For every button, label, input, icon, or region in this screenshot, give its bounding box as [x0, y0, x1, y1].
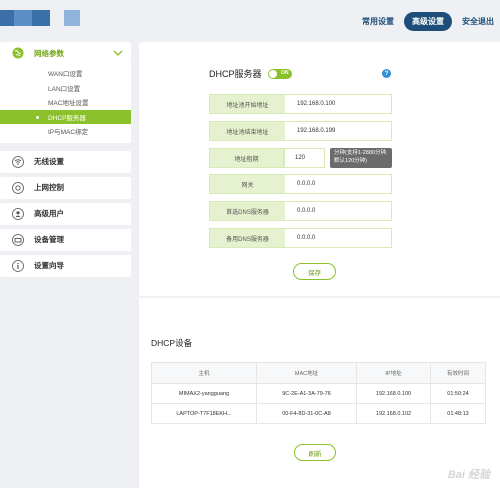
lease-time-cell: 01:48:13: [430, 403, 486, 424]
section-divider: [139, 296, 500, 298]
mac-cell: 00-F4-8D-31-0C-A8: [256, 403, 357, 424]
primary-dns-field: 首选DNS服务器 0.0.0.0: [209, 201, 392, 221]
field-label: 地址租期: [209, 148, 284, 168]
toggle-label: ON: [281, 70, 289, 76]
sidebar-item-setup-wizard[interactable]: 设置向导: [0, 254, 131, 277]
refresh-button[interactable]: 刷新: [294, 444, 336, 461]
device-icon: [12, 233, 24, 246]
sidebar-item-access-control[interactable]: 上网控制: [0, 176, 131, 199]
host-cell: MIMAX2-yangguang: [151, 383, 257, 404]
control-icon: [12, 181, 24, 194]
sidebar-item-wan[interactable]: WAN口设置: [0, 66, 131, 81]
sidebar-item-label: 上网控制: [34, 183, 64, 192]
devices-table: 主机 MAC地址 IP地址 有效时间 MIMAX2-yangguang 9C-2…: [151, 362, 486, 424]
dhcp-toggle[interactable]: ON: [267, 68, 292, 79]
network-submenu: WAN口设置 LAN口设置 MAC地址设置 DHCP服务器 IP与MAC绑定: [0, 64, 131, 143]
sidebar-item-label: 设置向导: [34, 261, 64, 270]
ip-cell: 192.168.0.100: [356, 383, 431, 404]
watermark: Bai 经验: [447, 469, 490, 481]
save-button[interactable]: 保存: [293, 263, 336, 280]
table-header-row: 主机 MAC地址 IP地址 有效时间: [151, 362, 486, 384]
mac-cell: 9C-2E-A1-3A-79-76: [256, 383, 357, 404]
dhcp-header: DHCP服务器 ON: [209, 67, 292, 80]
lease-field: 地址租期 120: [209, 148, 325, 168]
sidebar-item-ip-mac-binding[interactable]: IP与MAC绑定: [0, 124, 131, 139]
sidebar-item-mac[interactable]: MAC地址设置: [0, 95, 131, 110]
logout-link[interactable]: 安全退出: [462, 16, 494, 27]
primary-dns-input[interactable]: 0.0.0.0: [285, 202, 391, 220]
wifi-icon: [12, 155, 24, 168]
pool-end-field: 地址池结束地址 192.168.0.199: [209, 121, 392, 141]
chevron-down-icon: [113, 50, 123, 56]
field-label: 网关: [210, 175, 285, 193]
sidebar-item-label: 无线设置: [34, 157, 64, 166]
column-header: IP地址: [356, 362, 431, 384]
column-header: MAC地址: [256, 362, 357, 384]
lease-input[interactable]: 120: [284, 148, 325, 168]
lease-tooltip: 分钟(支持1-2880分钟,默认120分钟): [330, 148, 392, 168]
host-cell: LAPTOP-T7F18EKH...: [151, 403, 257, 424]
help-icon[interactable]: ?: [382, 69, 391, 78]
gateway-field: 网关 0.0.0.0: [209, 174, 392, 194]
top-bar: 常用设置 高级设置 安全退出: [0, 0, 500, 38]
common-settings-link[interactable]: 常用设置: [362, 16, 394, 27]
globe-icon: [12, 47, 24, 59]
sidebar: 网络参数 WAN口设置 LAN口设置 MAC地址设置 DHCP服务器 IP与MA…: [0, 42, 131, 281]
sidebar-item-network[interactable]: 网络参数: [0, 42, 131, 64]
advanced-settings-link[interactable]: 高级设置: [404, 12, 452, 31]
table-row: LAPTOP-T7F18EKH... 00-F4-8D-31-0C-A8 192…: [151, 403, 486, 424]
pool-end-input[interactable]: 192.168.0.199: [285, 122, 391, 140]
sidebar-item-advanced-users[interactable]: 高级用户: [0, 202, 131, 225]
field-label: 备用DNS服务器: [210, 229, 285, 247]
top-nav: 常用设置 高级设置 安全退出: [362, 12, 494, 31]
lease-time-cell: 01:50:24: [430, 383, 486, 404]
toggle-knob: [268, 69, 277, 78]
field-label: 地址池结束地址: [210, 122, 285, 140]
sidebar-item-wireless[interactable]: 无线设置: [0, 150, 131, 173]
sidebar-item-lan[interactable]: LAN口设置: [0, 81, 131, 96]
info-icon: [12, 259, 24, 272]
sidebar-item-device-management[interactable]: 设备管理: [0, 228, 131, 251]
sidebar-item-label: 网络参数: [34, 48, 64, 58]
field-label: 地址池开始地址: [210, 95, 285, 113]
column-header: 主机: [151, 362, 257, 384]
sidebar-item-label: 高级用户: [34, 209, 64, 218]
table-row: MIMAX2-yangguang 9C-2E-A1-3A-79-76 192.1…: [151, 383, 486, 404]
sidebar-item-dhcp[interactable]: DHCP服务器: [0, 109, 131, 124]
pool-start-input[interactable]: 192.168.0.100: [285, 95, 391, 113]
page-title: DHCP服务器: [209, 69, 262, 79]
secondary-dns-field: 备用DNS服务器 0.0.0.0: [209, 228, 392, 248]
brand-logo: [0, 10, 80, 26]
column-header: 有效时间: [430, 362, 486, 384]
sidebar-item-label: 设备管理: [34, 235, 64, 244]
user-icon: [12, 207, 24, 220]
gateway-input[interactable]: 0.0.0.0: [285, 175, 391, 193]
field-label: 首选DNS服务器: [210, 202, 285, 220]
secondary-dns-input[interactable]: 0.0.0.0: [285, 229, 391, 247]
ip-cell: 192.168.0.102: [356, 403, 431, 424]
pool-start-field: 地址池开始地址 192.168.0.100: [209, 94, 392, 114]
devices-title: DHCP设备: [151, 338, 193, 348]
